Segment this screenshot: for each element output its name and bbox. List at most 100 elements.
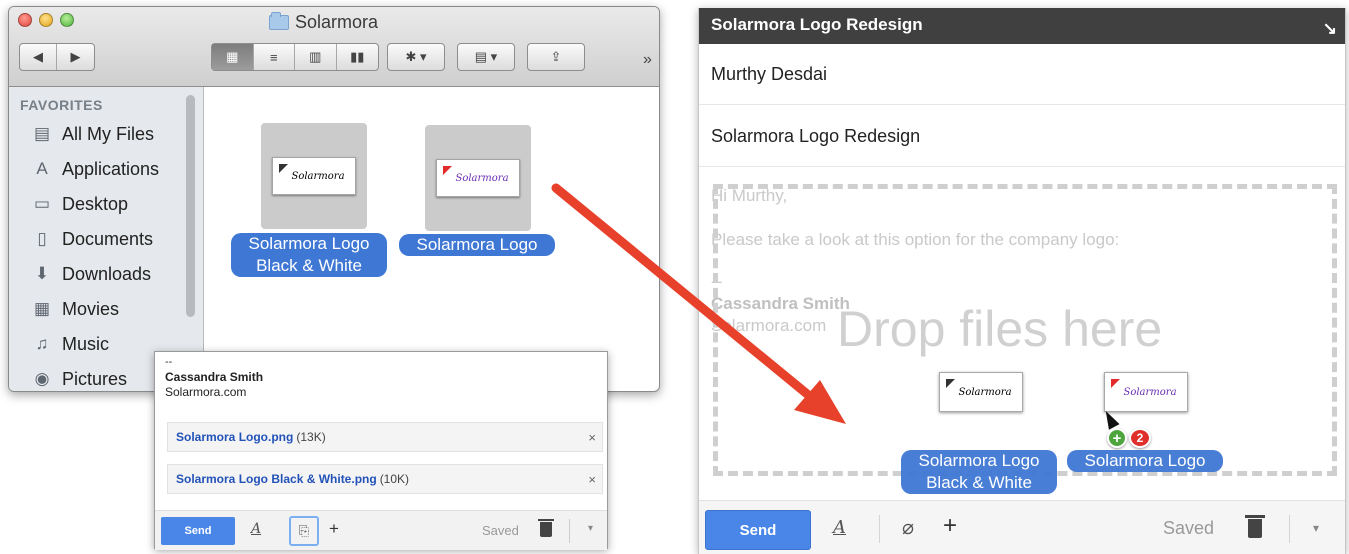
dragged-file-label: Solarmora Logo Black & White	[901, 450, 1057, 494]
file-label-line2: Black & White	[256, 256, 362, 275]
finder-window: Solarmora ◀ ▶ ▦ ≡ ▥ ▮▮ ✱ ▾ ▤ ▾ ⇪ » FAVOR…	[8, 6, 660, 392]
toolbar-divider	[879, 515, 880, 543]
signature-dash: --	[165, 356, 173, 368]
dragged-file-label: Solarmora Logo	[1067, 450, 1223, 472]
sidebar-item-label: All My Files	[62, 123, 155, 144]
compose-title-bar[interactable]: Solarmora Logo Redesign ↘	[699, 8, 1345, 44]
attachment-name[interactable]: Solarmora Logo Black & White.png	[176, 472, 377, 486]
close-window-button[interactable]	[18, 13, 32, 27]
paperclip-icon[interactable]: ⌀	[902, 515, 914, 540]
downloads-icon: ⬇	[34, 264, 50, 283]
insert-more-icon[interactable]: +	[943, 512, 957, 540]
trash-icon[interactable]	[1245, 515, 1265, 538]
dragged-file-preview: Solarmora	[1104, 372, 1188, 412]
send-button[interactable]: Send	[161, 517, 235, 545]
dragged-label-line2: Black & White	[926, 473, 1032, 492]
list-view-button[interactable]: ≡	[254, 44, 295, 70]
back-button[interactable]: ◀	[20, 44, 58, 70]
sidebar-item-label: Movies	[62, 298, 120, 319]
more-options-icon[interactable]: ▾	[1313, 521, 1319, 535]
share-icon: ⇪	[550, 49, 562, 64]
logo-preview-text: Solarmora	[958, 386, 1012, 398]
sidebar-item-label: Downloads	[62, 263, 152, 284]
attachment-chip[interactable]: Solarmora Logo Black & White.png (10K) ×	[167, 464, 603, 494]
minimize-window-button[interactable]	[39, 13, 53, 27]
back-forward-control: ◀ ▶	[19, 43, 95, 71]
sidebar-item-label: Desktop	[62, 193, 129, 214]
sidebar-scrollbar[interactable]	[186, 95, 195, 317]
action-menu-button[interactable]: ✱ ▾	[387, 43, 445, 71]
more-options-icon[interactable]: ▾	[588, 523, 593, 534]
drop-files-text: Drop files here	[837, 301, 1163, 357]
finder-toolbar: Solarmora ◀ ▶ ▦ ≡ ▥ ▮▮ ✱ ▾ ▤ ▾ ⇪ »	[9, 7, 659, 87]
sidebar-item-music[interactable]: ♫ Music	[31, 331, 109, 357]
gmail-compose-window: Solarmora Logo Redesign ↘ Murthy Desdai …	[698, 8, 1346, 554]
subject-field[interactable]: Solarmora Logo Redesign	[711, 126, 920, 147]
send-button[interactable]: Send	[705, 510, 811, 550]
trash-icon[interactable]	[538, 519, 554, 537]
column-view-icon: ▥	[309, 49, 322, 64]
window-title-text: Solarmora	[295, 11, 379, 32]
finder-sidebar: FAVORITES ▤ All My Files A Applications …	[9, 87, 204, 391]
signature-name: Cassandra Smith	[165, 370, 264, 384]
attachment-chip[interactable]: Solarmora Logo.png (13K) ×	[167, 422, 603, 452]
sidebar-item-downloads[interactable]: ⬇ Downloads	[31, 261, 151, 287]
logo-preview-text: Solarmora	[291, 170, 345, 182]
logo-preview-text: Solarmora	[455, 172, 509, 184]
remove-attachment-icon[interactable]: ×	[588, 472, 596, 487]
compose-attachments-popup: -- Cassandra Smith Solarmora.com Solarmo…	[154, 351, 608, 550]
compose-title: Solarmora Logo Redesign	[711, 15, 923, 34]
popup-compose-toolbar: Send A ⎘ + Saved ▾	[155, 510, 607, 550]
window-title: Solarmora	[269, 11, 379, 32]
attach-file-button[interactable]: ⎘	[289, 516, 319, 546]
arrange-menu-button[interactable]: ▤ ▾	[457, 43, 515, 71]
gear-icon: ✱ ▾	[405, 49, 427, 64]
logo-mark-icon	[443, 166, 452, 175]
view-mode-control: ▦ ≡ ▥ ▮▮	[211, 43, 379, 71]
forward-icon: ▶	[70, 49, 81, 64]
file-thumbnail[interactable]: Solarmora	[261, 123, 367, 229]
zoom-window-button[interactable]	[60, 13, 74, 27]
share-button[interactable]: ⇪	[527, 43, 585, 71]
folder-icon	[269, 11, 289, 30]
to-field[interactable]: Murthy Desdai	[711, 64, 827, 85]
saved-status: Saved	[1163, 518, 1215, 538]
icon-view-icon: ▦	[226, 49, 239, 64]
file-label-color[interactable]: Solarmora Logo	[399, 234, 555, 256]
sidebar-item-label: Music	[62, 333, 110, 354]
logo-mark-icon	[946, 379, 955, 388]
compose-toolbar: Send A ⌀ + Saved ▾	[699, 500, 1345, 554]
sidebar-item-pictures[interactable]: ◉ Pictures	[31, 366, 128, 391]
file-label-bw[interactable]: Solarmora Logo Black & White	[231, 233, 387, 277]
sidebar-item-applications[interactable]: A Applications	[31, 156, 159, 182]
attachment-size: (10K)	[379, 472, 410, 486]
file-thumbnail[interactable]: Solarmora	[425, 125, 531, 231]
dragged-file-preview: Solarmora	[939, 372, 1023, 412]
sidebar-item-desktop[interactable]: ▭ Desktop	[31, 191, 128, 217]
cover-flow-button[interactable]: ▮▮	[337, 44, 378, 70]
sidebar-item-movies[interactable]: ▦ Movies	[31, 296, 119, 322]
column-view-button[interactable]: ▥	[295, 44, 337, 70]
remove-attachment-icon[interactable]: ×	[588, 430, 596, 445]
insert-more-icon[interactable]: +	[329, 519, 339, 539]
field-divider	[699, 166, 1345, 167]
attachment-name[interactable]: Solarmora Logo.png	[176, 430, 293, 444]
toolbar-divider	[569, 519, 570, 543]
sidebar-item-all-my-files[interactable]: ▤ All My Files	[31, 121, 154, 147]
file-label-line1: Solarmora Logo	[416, 235, 538, 254]
toolbar-overflow-icon[interactable]: »	[643, 51, 652, 69]
sidebar-item-documents[interactable]: ▯ Documents	[31, 226, 153, 252]
formatting-icon[interactable]: A	[833, 517, 846, 538]
sidebar-item-label: Pictures	[62, 368, 128, 389]
logo-preview: Solarmora	[436, 159, 520, 197]
list-view-icon: ≡	[269, 49, 278, 65]
sidebar-heading: FAVORITES	[20, 97, 103, 113]
logo-preview-text: Solarmora	[1123, 386, 1177, 398]
paperclip-icon: ⎘	[298, 523, 310, 538]
formatting-icon[interactable]: A	[251, 521, 261, 537]
icon-view-button[interactable]: ▦	[212, 44, 254, 70]
expand-icon[interactable]: ↘	[1323, 12, 1337, 46]
copy-plus-icon: +	[1107, 428, 1127, 448]
forward-button[interactable]: ▶	[57, 44, 94, 70]
toolbar-divider	[1289, 515, 1290, 543]
